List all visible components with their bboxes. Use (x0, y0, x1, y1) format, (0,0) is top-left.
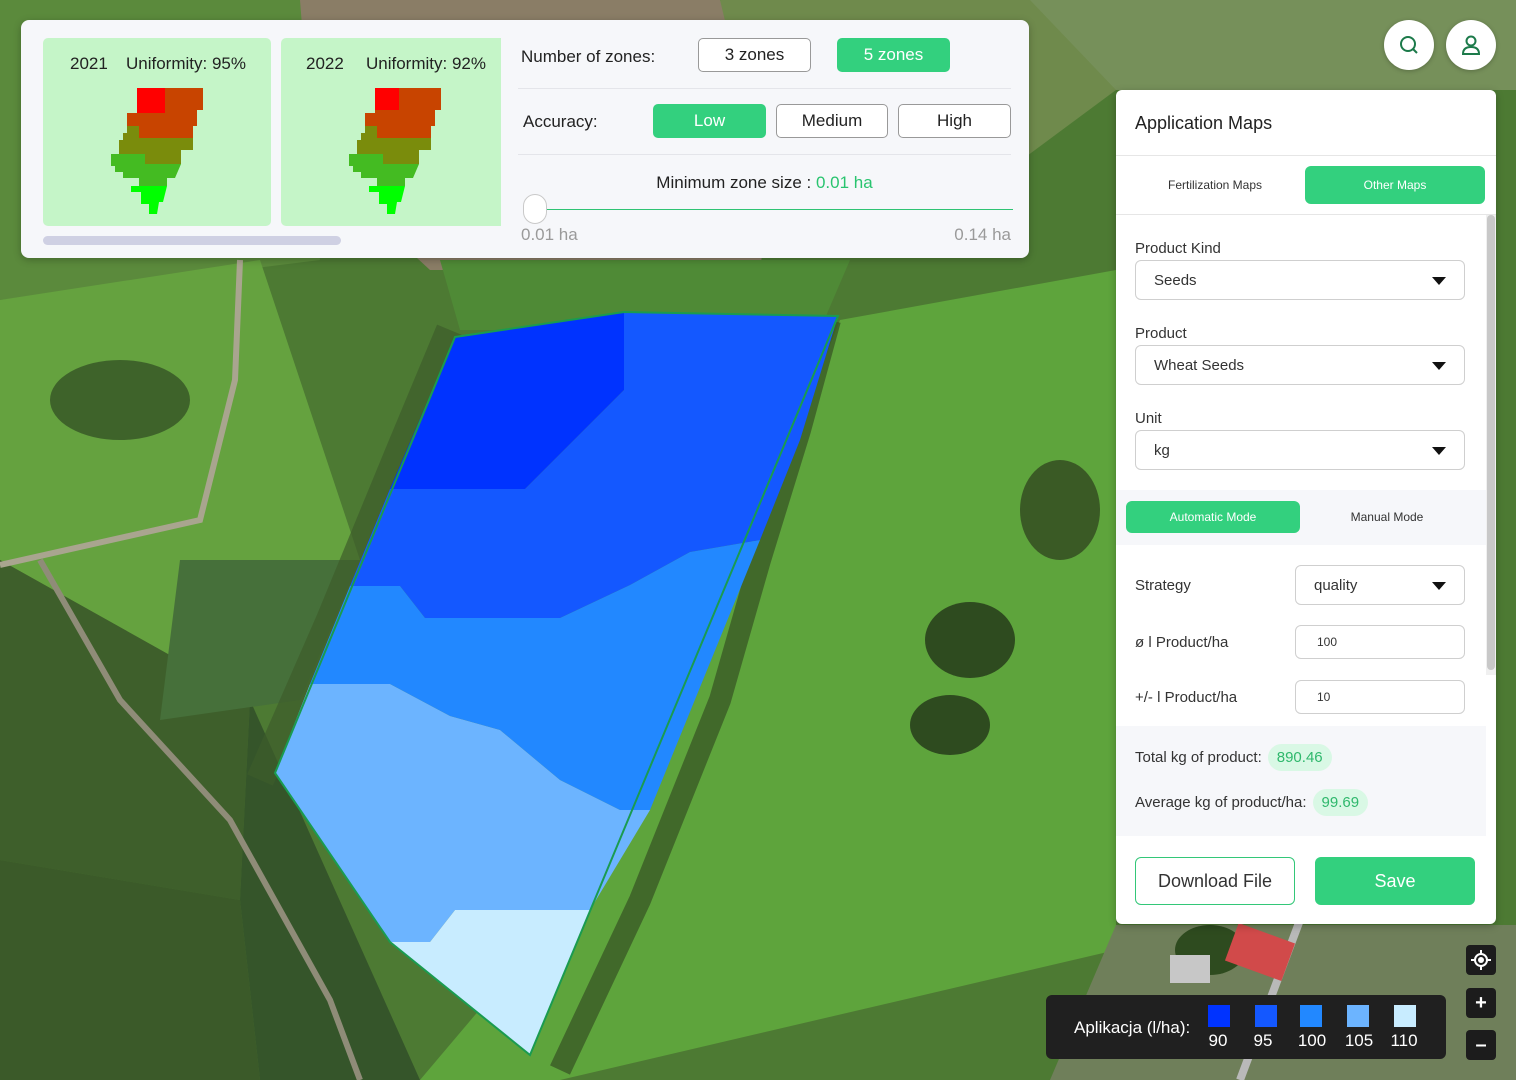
zones-label: Number of zones: (521, 47, 656, 66)
accuracy-high-button[interactable]: High (898, 104, 1011, 138)
variation-label: +/- l Product/ha (1135, 689, 1238, 706)
preview-scrollbar[interactable] (43, 236, 341, 245)
average-product-value: 99.69 (1312, 789, 1369, 816)
preview-uniformity: Uniformity: 92% (366, 54, 486, 73)
legend-title: Aplikacja (l/ha): (1074, 1018, 1191, 1037)
user-icon (1461, 35, 1481, 55)
average-product-stat: Average kg of product/ha: 99.69 (1135, 789, 1369, 816)
chevron-down-icon (1432, 582, 1446, 590)
download-file-button[interactable]: Download File (1135, 857, 1295, 905)
save-button[interactable]: Save (1315, 857, 1475, 905)
user-button[interactable] (1446, 20, 1496, 70)
unit-select[interactable]: kg (1135, 430, 1465, 470)
min-zone-size-label: Minimum zone size : 0.01 ha (656, 173, 873, 192)
panel-title: Application Maps (1135, 113, 1273, 133)
avg-rate-label: ø l Product/ha (1135, 634, 1229, 651)
application-legend: Aplikacja (l/ha): 90 95 100 105 110 (1046, 995, 1446, 1059)
slider-max-label: 0.14 ha (954, 225, 1011, 244)
tab-other-maps[interactable]: Other Maps (1305, 166, 1485, 204)
chevron-down-icon (1432, 277, 1446, 285)
tab-fertilization-maps[interactable]: Fertilization Maps (1125, 166, 1305, 204)
product-select[interactable]: Wheat Seeds (1135, 345, 1465, 385)
locate-button[interactable] (1466, 945, 1496, 975)
accuracy-medium-button[interactable]: Medium (776, 104, 888, 138)
accuracy-label: Accuracy: (523, 112, 598, 131)
unit-label: Unit (1135, 410, 1162, 427)
legend-swatch-90 (1208, 1005, 1230, 1027)
legend-value: 100 (1297, 1031, 1327, 1050)
zones-3-button[interactable]: 3 zones (698, 38, 811, 72)
preview-year: 2021 (70, 54, 108, 73)
zoning-panel: 2021 Uniformity: 95% 2022 Uniformity: 92… (21, 20, 1029, 258)
strategy-label: Strategy (1135, 577, 1191, 594)
divider (1116, 155, 1496, 156)
chevron-down-icon (1432, 447, 1446, 455)
total-product-stat: Total kg of product: 890.46 (1135, 744, 1332, 771)
avg-rate-input[interactable]: 100 (1295, 625, 1465, 659)
zones-5-button[interactable]: 5 zones (837, 38, 950, 72)
slider-min-label: 0.01 ha (521, 225, 578, 244)
legend-swatch-95 (1255, 1005, 1277, 1027)
summary-section (1116, 726, 1486, 836)
product-kind-label: Product Kind (1135, 240, 1221, 257)
zone-preview-card-2021[interactable]: 2021 Uniformity: 95% (43, 38, 271, 226)
zoom-in-button[interactable]: + (1466, 988, 1496, 1018)
legend-value: 95 (1253, 1031, 1273, 1050)
manual-mode-button[interactable]: Manual Mode (1300, 501, 1474, 533)
preview-year: 2022 (306, 54, 344, 73)
legend-swatch-105 (1347, 1005, 1369, 1027)
zone-preview-map (349, 88, 441, 214)
legend-value: 90 (1208, 1031, 1228, 1050)
divider (1116, 214, 1496, 215)
zone-preview-card-2022[interactable]: 2022 Uniformity: 92% (281, 38, 501, 226)
strategy-select[interactable]: quality (1295, 565, 1465, 605)
panel-scrollbar[interactable] (1486, 215, 1496, 675)
legend-value: 110 (1390, 1031, 1418, 1050)
accuracy-low-button[interactable]: Low (653, 104, 766, 138)
legend-swatch-110 (1394, 1005, 1416, 1027)
search-button[interactable] (1384, 20, 1434, 70)
application-maps-panel: Application Maps Fertilization Maps Othe… (1116, 90, 1496, 924)
legend-swatch-100 (1300, 1005, 1322, 1027)
automatic-mode-button[interactable]: Automatic Mode (1126, 501, 1300, 533)
chevron-down-icon (1432, 362, 1446, 370)
total-product-value: 890.46 (1267, 744, 1332, 771)
crosshair-icon (1471, 950, 1491, 970)
variation-input[interactable]: 10 (1295, 680, 1465, 714)
divider (518, 88, 1011, 89)
product-kind-select[interactable]: Seeds (1135, 260, 1465, 300)
legend-value: 105 (1344, 1031, 1374, 1050)
divider (518, 154, 1011, 155)
zoom-out-button[interactable]: – (1466, 1030, 1496, 1060)
zone-preview-map (111, 88, 203, 214)
product-label: Product (1135, 325, 1187, 342)
min-zone-slider-track[interactable] (525, 209, 1013, 210)
search-icon (1400, 36, 1418, 54)
min-zone-slider-handle[interactable] (523, 194, 547, 224)
scrollbar-thumb[interactable] (1487, 215, 1495, 670)
preview-uniformity: Uniformity: 95% (126, 54, 246, 73)
